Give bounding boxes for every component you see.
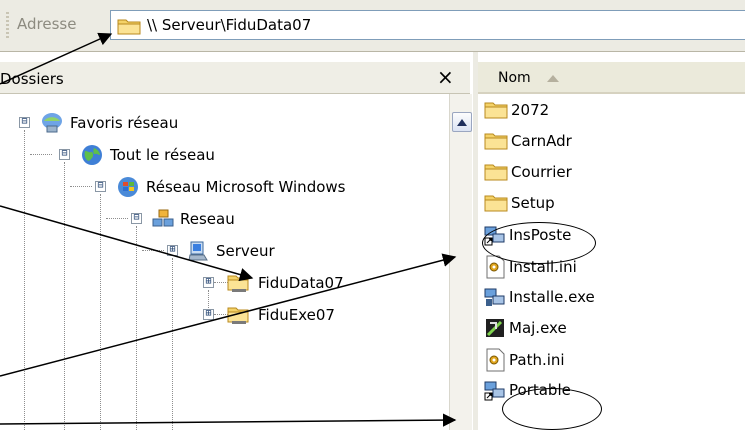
callout-ellipse-insposte [482, 222, 596, 264]
folder-icon [117, 17, 141, 39]
tree-scrollbar[interactable] [449, 94, 472, 430]
folders-pane-title: Dossiers [0, 70, 64, 88]
file-item-setup[interactable]: Setup [484, 193, 555, 213]
file-item-carnadr[interactable]: CarnAdr [484, 131, 572, 151]
sort-ascending-icon [547, 75, 559, 82]
file-item-installe-exe[interactable]: Installe.exe [484, 286, 595, 308]
update-exe-icon [486, 319, 504, 337]
tree-item-favoris-reseau[interactable]: Favoris réseau [40, 112, 178, 134]
exe-icon [484, 288, 505, 306]
address-input[interactable]: \\ Serveur\FiduData07 [110, 10, 745, 40]
workgroup-icon [152, 209, 174, 227]
folders-pane-header: Dossiers × [0, 62, 470, 94]
chevron-up-icon [457, 118, 467, 126]
file-list-header: Nom [478, 62, 745, 94]
file-name: 2072 [511, 101, 550, 119]
tree-item-reseau-microsoft-windows[interactable]: Réseau Microsoft Windows [116, 176, 345, 198]
toolbar-grip[interactable] [6, 12, 9, 38]
close-icon[interactable]: × [437, 65, 454, 89]
file-name: Setup [511, 194, 555, 212]
address-bar: Adresse \\ Serveur\FiduData07 [0, 0, 745, 52]
tree-item-label: FiduExe07 [258, 306, 335, 324]
tree-item-label: FiduData07 [258, 274, 344, 292]
tree-item-label: Tout le réseau [110, 146, 215, 164]
windows-network-icon [118, 177, 138, 197]
folder-icon [484, 195, 508, 212]
tree-item-label: Serveur [216, 242, 275, 260]
file-item-courrier[interactable]: Courrier [484, 162, 572, 182]
ini-file-icon [486, 348, 505, 372]
tree-expander-favoris-reseau[interactable]: ⊟ [19, 117, 30, 128]
folder-icon [484, 133, 508, 150]
tree-expander-fidudata07[interactable]: ⊞ [203, 277, 214, 288]
callout-ellipse-portable [502, 388, 602, 430]
address-path: \\ Serveur\FiduData07 [147, 16, 312, 34]
globe-icon [82, 145, 102, 165]
folder-icon [484, 164, 508, 181]
folder-tree: ⊟ Favoris réseau ⊟ Tout le réseau ⊟ Rése… [0, 94, 445, 430]
tree-item-tout-le-reseau[interactable]: Tout le réseau [80, 144, 215, 166]
column-header-nom[interactable]: Nom [498, 70, 531, 86]
scroll-up-button[interactable] [452, 112, 472, 132]
shortcut-icon [484, 381, 505, 401]
file-item-2072[interactable]: 2072 [484, 100, 549, 120]
tree-item-label: Reseau [180, 210, 235, 228]
tree-expander-reseau[interactable]: ⊟ [131, 213, 142, 224]
shared-folder-icon [227, 275, 249, 292]
tree-expander-reseau-microsoft-windows[interactable]: ⊟ [95, 181, 106, 192]
file-name: CarnAdr [511, 132, 572, 150]
file-name: Courrier [511, 163, 572, 181]
file-item-maj-exe[interactable]: Maj.exe [484, 317, 567, 339]
file-name: Path.ini [509, 351, 565, 369]
shared-folder-icon [227, 307, 249, 324]
tree-expander-fiduexe07[interactable]: ⊞ [203, 309, 214, 320]
tree-item-reseau[interactable]: Reseau [152, 208, 235, 230]
file-item-path-ini[interactable]: Path.ini [484, 348, 565, 372]
file-name: Installe.exe [509, 288, 595, 306]
computer-icon [188, 241, 208, 261]
address-label: Adresse [17, 15, 77, 33]
tree-item-serveur[interactable]: Serveur [188, 240, 275, 262]
tree-item-label: Favoris réseau [70, 114, 179, 132]
tree-expander-serveur[interactable]: ⊞ [167, 245, 178, 256]
pane-splitter[interactable] [473, 52, 478, 430]
tree-item-fidudata07[interactable]: FiduData07 [226, 272, 344, 294]
folder-icon [484, 102, 508, 119]
tree-expander-tout-le-reseau[interactable]: ⊟ [59, 149, 70, 160]
network-places-icon [42, 113, 62, 133]
file-name: Maj.exe [509, 319, 567, 337]
tree-item-label: Réseau Microsoft Windows [146, 178, 346, 196]
tree-item-fiduexe07[interactable]: FiduExe07 [226, 304, 335, 326]
